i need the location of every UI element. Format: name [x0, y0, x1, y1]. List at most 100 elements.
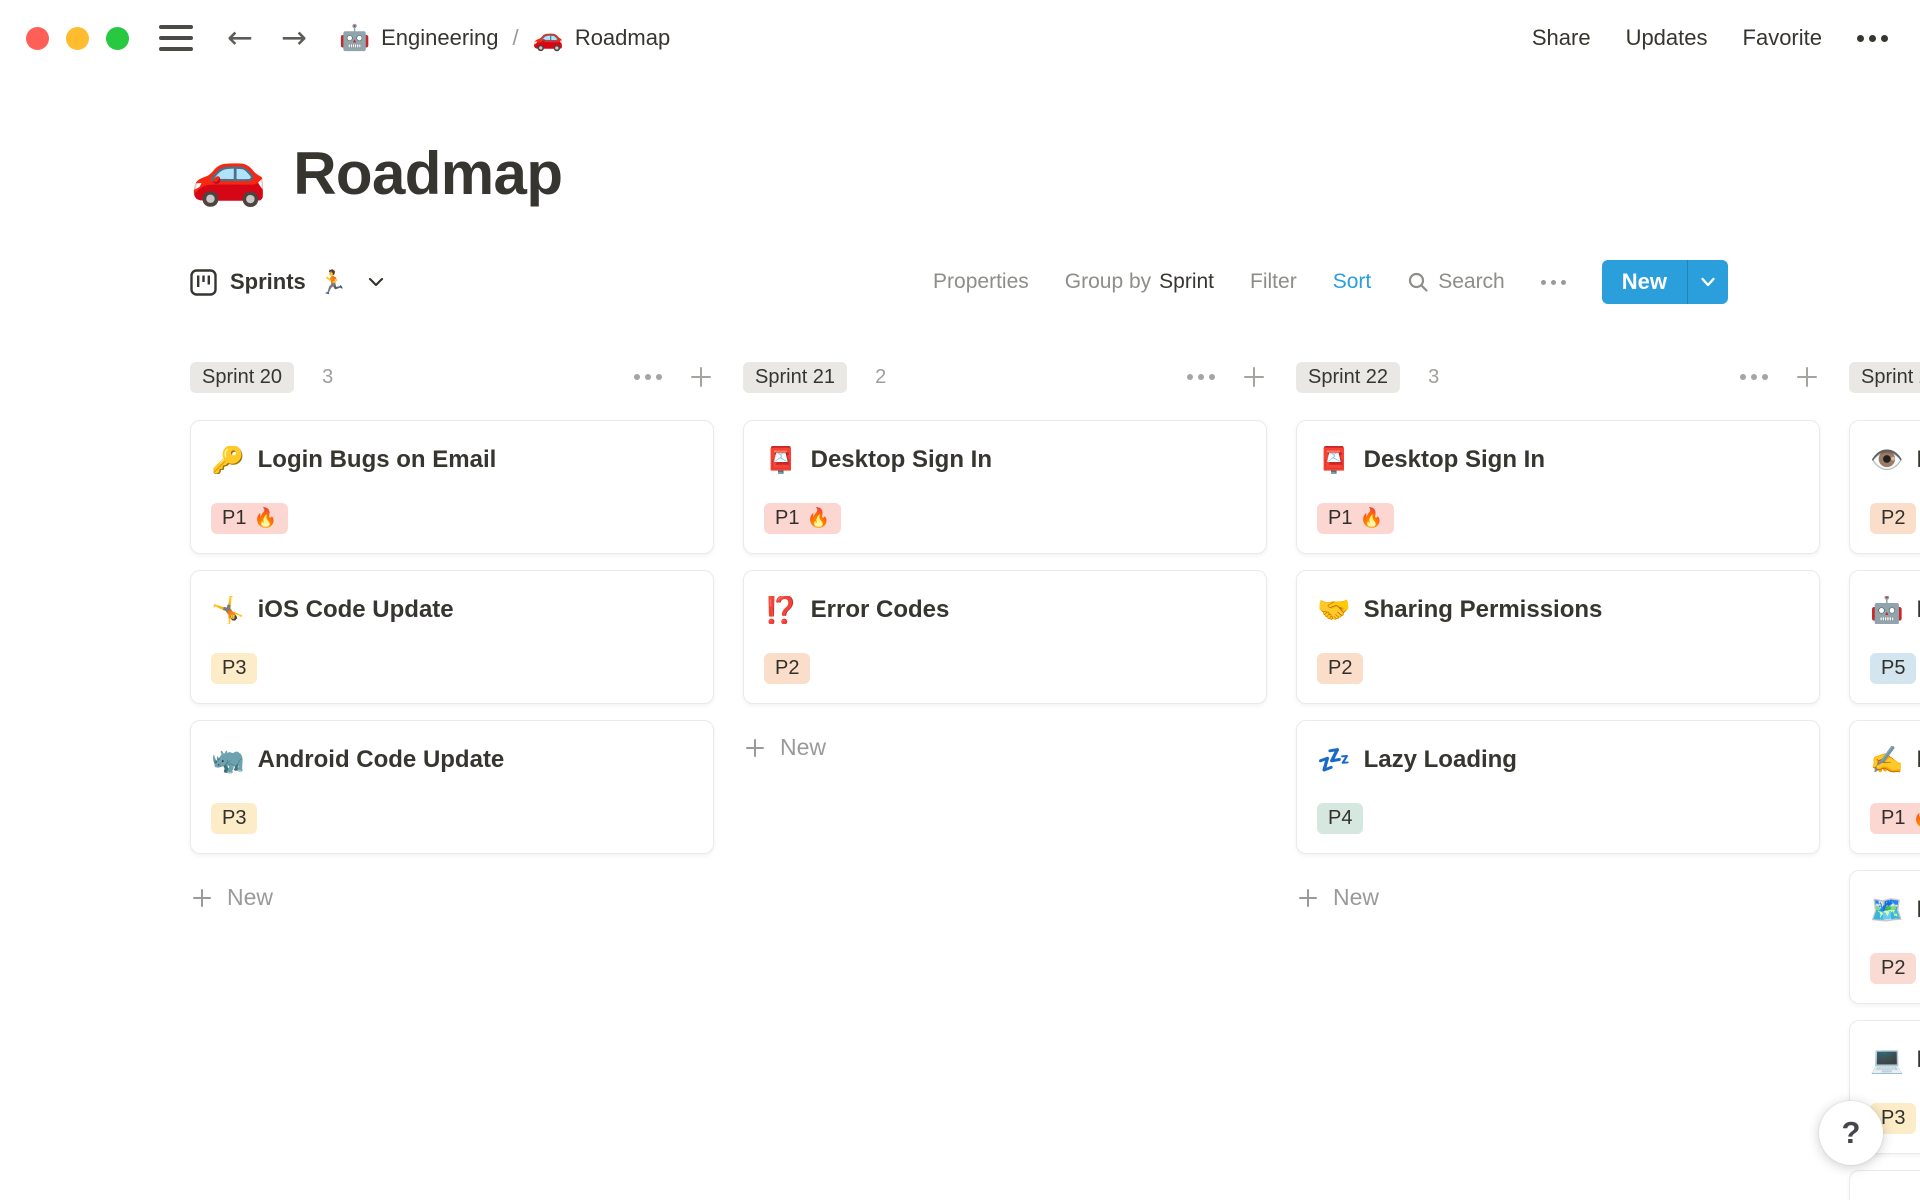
add-card-button[interactable]: New	[190, 884, 714, 911]
runner-emoji-icon: 🏃	[318, 268, 348, 295]
column-add-icon[interactable]	[1241, 364, 1267, 390]
car-emoji-icon: 🚗	[532, 23, 564, 52]
view-tab-label: Sprints	[230, 269, 306, 294]
task-card[interactable]: 💤 Lazy Loading P4	[1296, 720, 1820, 854]
breadcrumb-item-engineering[interactable]: 🤖 Engineering	[339, 25, 499, 51]
task-card[interactable]: 🗺️ R P2	[1849, 870, 1920, 1004]
priority-badge: P1 🔥	[1870, 803, 1920, 834]
more-options-icon[interactable]	[1857, 34, 1888, 42]
card-title-row: 🔑 Login Bugs on Email	[211, 446, 693, 474]
filter-button[interactable]: Filter	[1250, 270, 1297, 294]
minimize-window-button[interactable]	[66, 26, 89, 50]
board-column: Sprint 22 3 📮 Desktop Sign In P1 🔥 🤝 Sha…	[1296, 359, 1820, 911]
column-more-icon[interactable]	[1740, 374, 1768, 380]
task-card[interactable]: 🤸 iOS Code Update P3	[190, 570, 714, 704]
task-card[interactable]: 🤖 I P5	[1849, 570, 1920, 704]
priority-badge: P5	[1870, 653, 1917, 684]
card-title-row: 👁️ M	[1870, 446, 1920, 474]
priority-badge: P2	[1870, 503, 1917, 534]
card-title-row: 🤸 iOS Code Update	[211, 596, 693, 624]
column-name-pill[interactable]: Sprint 20	[190, 361, 295, 393]
card-title: Desktop Sign In	[1363, 446, 1545, 473]
priority-badge-text: P1	[222, 507, 247, 529]
card-emoji-icon: 👁️	[1870, 446, 1904, 474]
column-more-icon[interactable]	[1187, 374, 1215, 380]
search-button[interactable]: Search	[1407, 270, 1505, 294]
column-actions	[1187, 364, 1267, 390]
column-name-pill[interactable]: Sprint 21	[743, 361, 848, 393]
back-icon[interactable]: ←	[227, 22, 253, 54]
card-title-row: ✍️ R	[1870, 746, 1920, 774]
priority-badge-text: P2	[1881, 507, 1906, 529]
share-button[interactable]: Share	[1532, 25, 1591, 51]
fire-emoji-icon: 🔥	[806, 508, 831, 529]
column-more-icon[interactable]	[634, 374, 662, 380]
breadcrumb-item-roadmap[interactable]: 🚗 Roadmap	[533, 25, 671, 51]
card-title-row: 💤 Lazy Loading	[1317, 746, 1799, 774]
card-title: I	[1916, 596, 1920, 623]
board-view-icon	[190, 268, 217, 296]
column-add-icon[interactable]	[688, 364, 714, 390]
card-title-row: 🤝 Sharing Permissions	[1317, 596, 1799, 624]
priority-badge-text: P2	[1881, 957, 1906, 979]
priority-badge: P1 🔥	[1317, 503, 1395, 534]
chevron-down-icon	[366, 272, 386, 292]
zoom-window-button[interactable]	[106, 26, 129, 50]
card-title: iOS Code Update	[257, 596, 454, 623]
add-card-label: New	[780, 734, 827, 760]
view-options-icon[interactable]	[1540, 279, 1566, 285]
page-title[interactable]: Roadmap	[293, 138, 563, 210]
sort-button[interactable]: Sort	[1333, 270, 1372, 294]
updates-button[interactable]: Updates	[1626, 25, 1708, 51]
board-column: Sprint 23 👁️ M P2 🤖 I	[1849, 359, 1920, 1200]
new-button-chevron-icon[interactable]	[1688, 260, 1728, 304]
help-button[interactable]: ?	[1819, 1101, 1883, 1165]
card-emoji-icon: 🤝	[1317, 596, 1351, 624]
priority-badge-text: P5	[1881, 657, 1906, 679]
group-by-button[interactable]: Group by Sprint	[1065, 270, 1214, 294]
new-button[interactable]: New	[1601, 260, 1728, 304]
task-card[interactable]: ⁉️ Error Codes P2	[743, 570, 1267, 704]
task-card[interactable]: 🤝 Sharing Permissions P2	[1296, 570, 1820, 704]
sidebar-toggle-icon[interactable]	[159, 25, 193, 51]
column-add-icon[interactable]	[1794, 364, 1820, 390]
add-card-label: New	[227, 884, 274, 910]
task-card[interactable]: ✍️ R P1 🔥	[1849, 720, 1920, 854]
task-card[interactable]: 🦏 Android Code Update P3	[190, 720, 714, 854]
add-card-label: New	[1333, 884, 1380, 910]
column-header: Sprint 20 3	[190, 359, 714, 395]
card-emoji-icon: 💻	[1870, 1046, 1904, 1074]
card-title: Lazy Loading	[1363, 746, 1517, 773]
priority-badge: P2	[1317, 653, 1364, 684]
task-card[interactable]: 📮 Desktop Sign In P1 🔥	[743, 420, 1267, 554]
card-title: Desktop Sign In	[810, 446, 992, 473]
card-list: 👁️ M P2 🤖 I P5 ✍️ R P1 🔥 🗺️ R	[1849, 420, 1920, 1200]
topbar-actions: Share Updates Favorite	[1532, 25, 1888, 51]
properties-button[interactable]: Properties	[933, 270, 1029, 294]
search-label: Search	[1438, 270, 1505, 293]
column-name-pill[interactable]: Sprint 23	[1849, 361, 1920, 393]
priority-badge-text: P4	[1328, 807, 1353, 829]
add-card-button[interactable]: New	[743, 734, 1267, 761]
priority-badge-text: P1	[1328, 507, 1353, 529]
column-name-pill[interactable]: Sprint 22	[1296, 361, 1401, 393]
close-window-button[interactable]	[26, 26, 49, 50]
page-icon-car-emoji[interactable]: 🚗	[190, 143, 267, 205]
notion-window: ← → 🤖 Engineering / 🚗 Roadmap Share Upda…	[0, 0, 1920, 1200]
add-card-button[interactable]: New	[1296, 884, 1820, 911]
task-card[interactable]: 📮 Desktop Sign In P1 🔥	[1296, 420, 1820, 554]
favorite-button[interactable]: Favorite	[1743, 25, 1822, 51]
task-card[interactable]: 👁️ M P2	[1849, 420, 1920, 554]
plus-icon	[743, 736, 767, 760]
card-title: Error Codes	[810, 596, 950, 623]
toolbar-controls: Properties Group by Sprint Filter Sort Se…	[933, 260, 1728, 304]
task-card[interactable]	[1849, 1170, 1920, 1200]
priority-badge-text: P1	[1881, 807, 1906, 829]
card-title-row: 📮 Desktop Sign In	[1317, 446, 1799, 474]
card-title: Android Code Update	[257, 746, 505, 773]
new-button-label[interactable]: New	[1602, 260, 1687, 304]
tab-sprints-view[interactable]: Sprints 🏃	[190, 268, 386, 296]
forward-icon[interactable]: →	[281, 22, 307, 54]
task-card[interactable]: 🔑 Login Bugs on Email P1 🔥	[190, 420, 714, 554]
fire-emoji-icon: 🔥	[253, 508, 278, 529]
